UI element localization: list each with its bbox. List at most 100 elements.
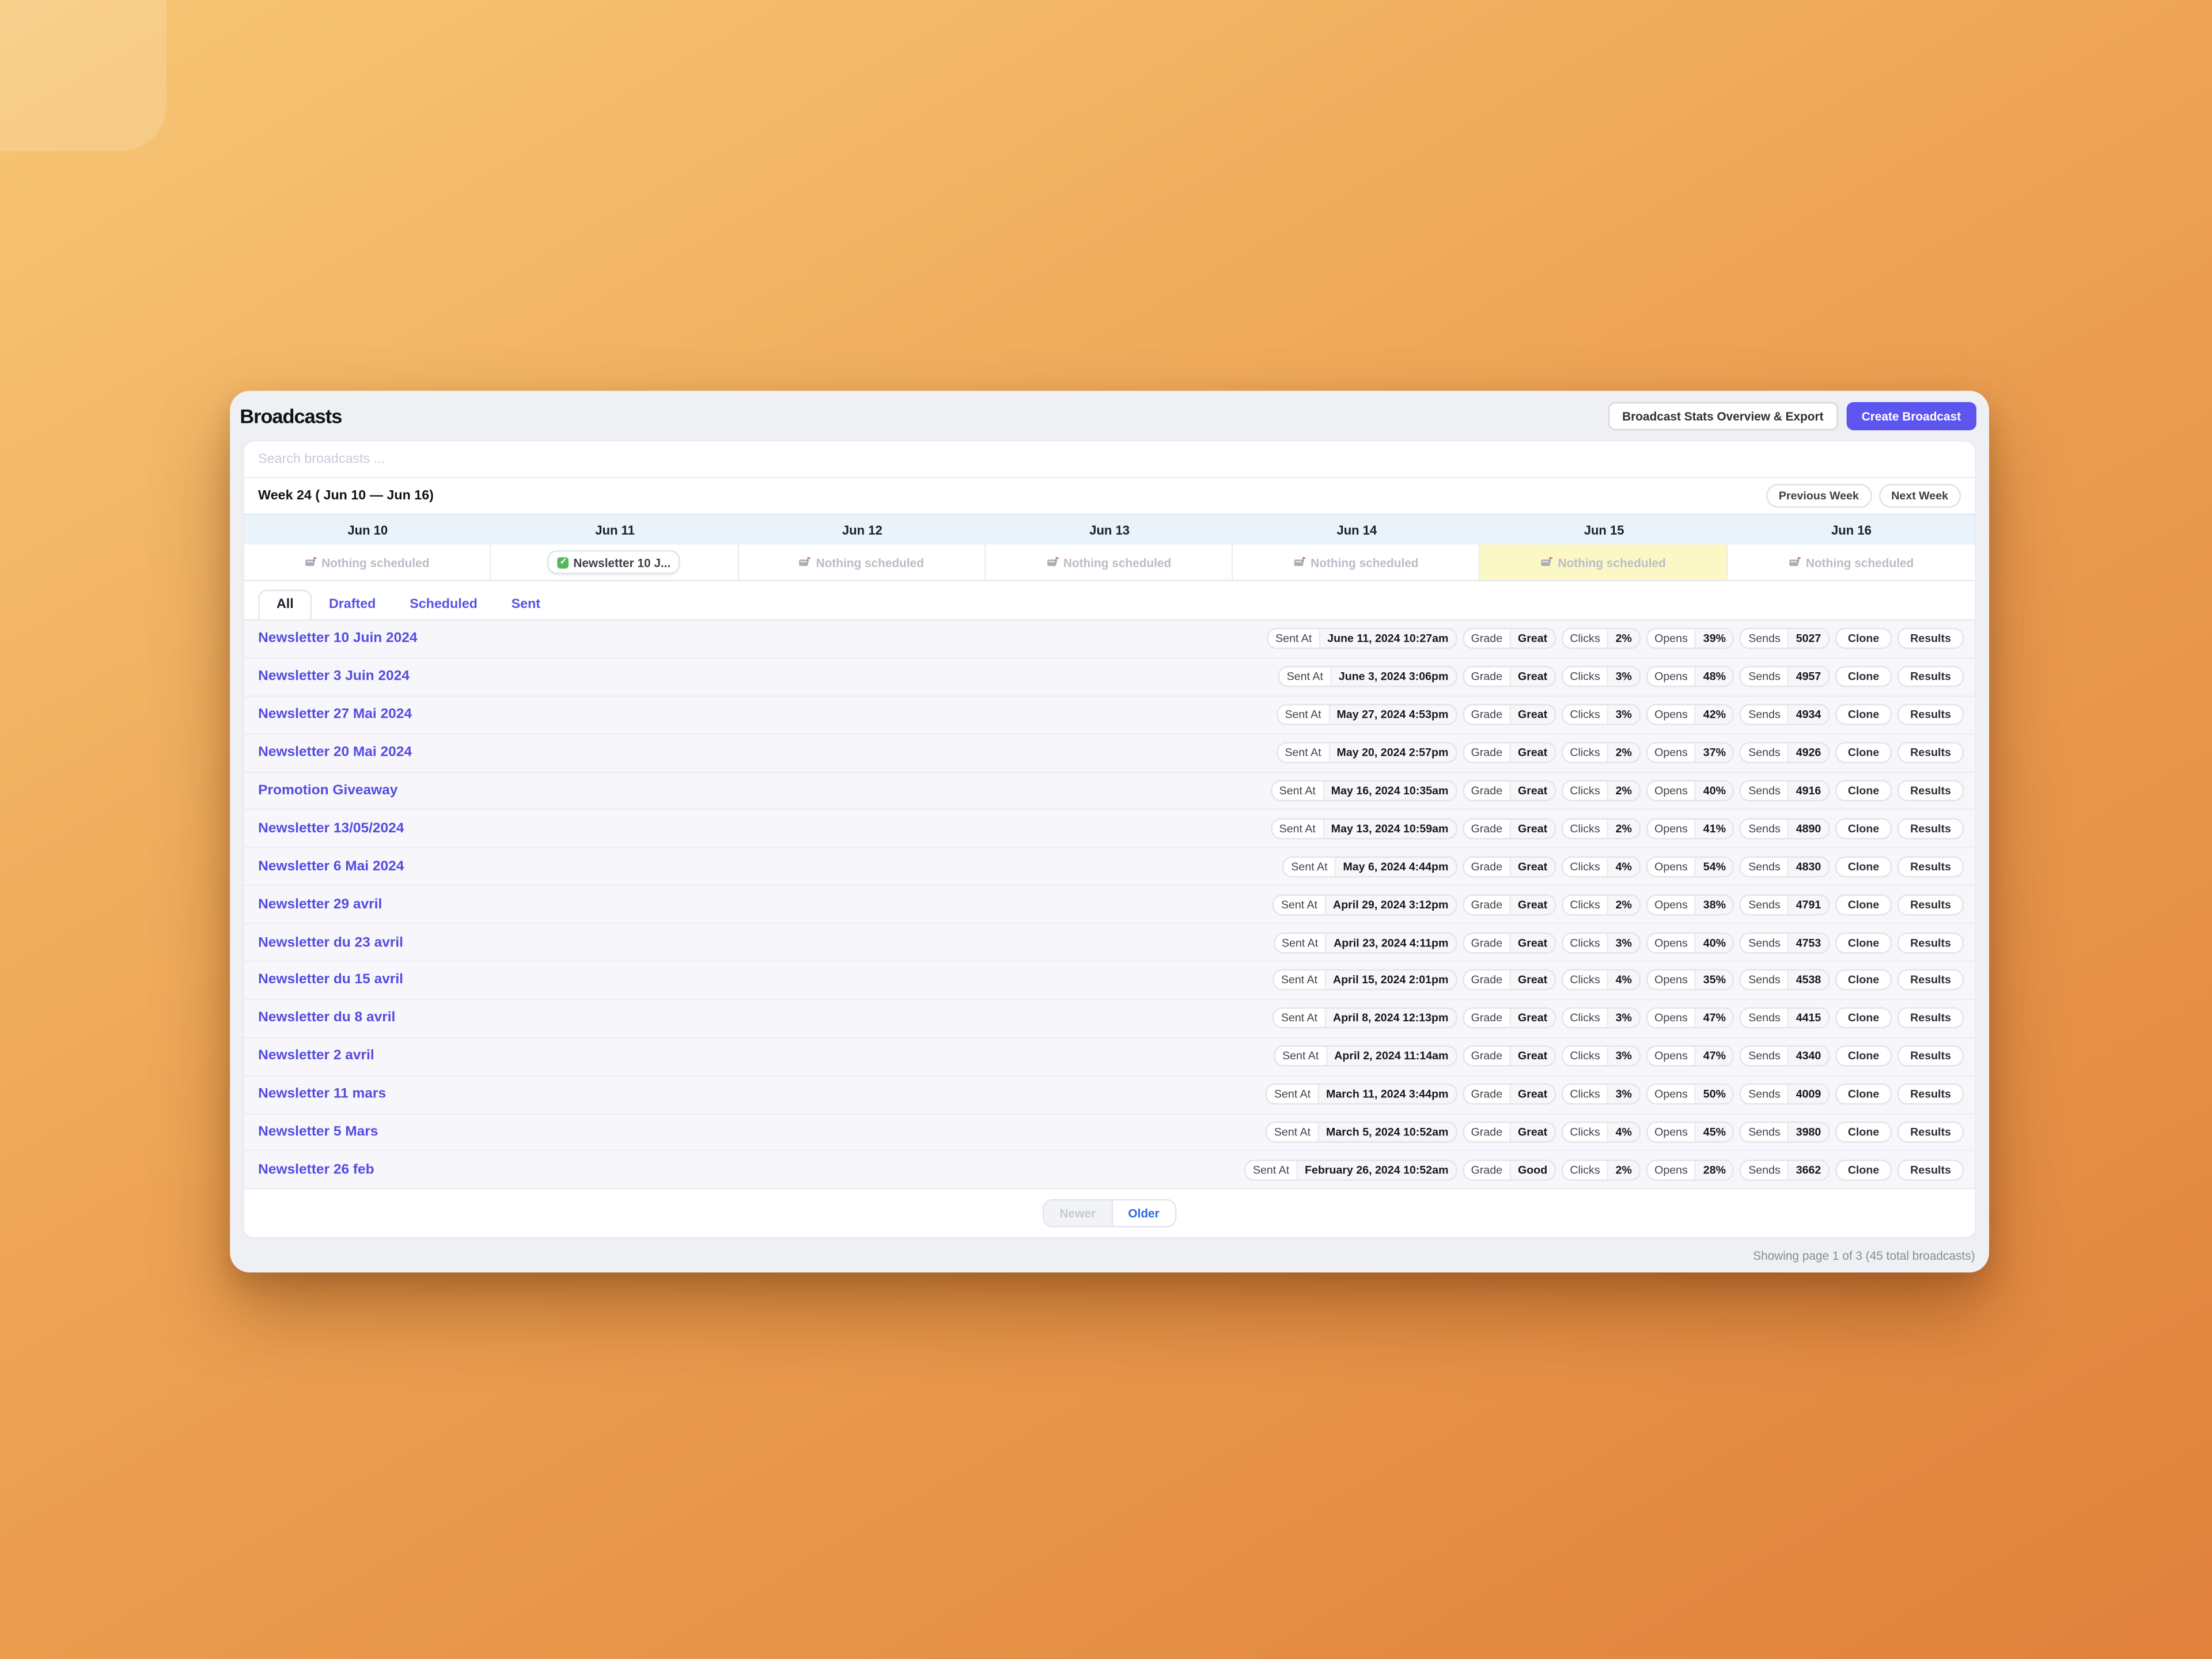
scheduled-broadcast-chip[interactable]: ✓ Newsletter 10 J... bbox=[548, 550, 680, 574]
clone-button[interactable]: Clone bbox=[1835, 666, 1892, 688]
broadcast-name-link[interactable]: Promotion Giveaway bbox=[258, 783, 397, 798]
clone-button[interactable]: Clone bbox=[1835, 818, 1892, 839]
results-button[interactable]: Results bbox=[1897, 742, 1964, 763]
grade-stat: Grade Great bbox=[1463, 932, 1556, 953]
results-button[interactable]: Results bbox=[1897, 970, 1964, 991]
row-stats: Sent At May 16, 2024 10:35am Grade Great… bbox=[1271, 780, 1964, 801]
broadcast-name-link[interactable]: Newsletter 2 avril bbox=[258, 1048, 374, 1064]
calendar-day-label: Jun 12 bbox=[738, 522, 986, 536]
results-button[interactable]: Results bbox=[1897, 1007, 1964, 1029]
stats-overview-export-button[interactable]: Broadcast Stats Overview & Export bbox=[1608, 402, 1838, 430]
sends-stat: Sends 4009 bbox=[1740, 1084, 1830, 1105]
clone-button[interactable]: Clone bbox=[1835, 704, 1892, 726]
calendar-day-cell[interactable]: ✓ Newsletter 10 J... bbox=[491, 544, 738, 579]
clone-button[interactable]: Clone bbox=[1835, 856, 1892, 877]
clone-button[interactable]: Clone bbox=[1835, 742, 1892, 763]
tab-sent[interactable]: Sent bbox=[494, 591, 557, 619]
clone-button[interactable]: Clone bbox=[1835, 628, 1892, 650]
broadcast-name-link[interactable]: Newsletter 26 feb bbox=[258, 1162, 374, 1178]
results-button[interactable]: Results bbox=[1897, 856, 1964, 877]
clone-button[interactable]: Clone bbox=[1835, 1007, 1892, 1029]
clone-button[interactable]: Clone bbox=[1835, 1046, 1892, 1067]
clicks-stat: Clicks 2% bbox=[1562, 818, 1641, 839]
tab-drafted[interactable]: Drafted bbox=[312, 591, 393, 619]
calendar-day-cell[interactable]: Nothing scheduled bbox=[986, 544, 1233, 579]
grade-label: Grade bbox=[1464, 857, 1509, 876]
clone-button[interactable]: Clone bbox=[1835, 780, 1892, 801]
broadcast-name-link[interactable]: Newsletter du 8 avril bbox=[258, 1010, 395, 1026]
sends-value: 4753 bbox=[1787, 933, 1828, 952]
results-button[interactable]: Results bbox=[1897, 1160, 1964, 1181]
broadcast-name-link[interactable]: Newsletter 13/05/2024 bbox=[258, 821, 404, 836]
results-button[interactable]: Results bbox=[1897, 894, 1964, 915]
results-button[interactable]: Results bbox=[1897, 1122, 1964, 1143]
sends-label: Sends bbox=[1741, 857, 1787, 876]
opens-label: Opens bbox=[1647, 1009, 1695, 1028]
search-input[interactable] bbox=[258, 452, 1961, 467]
nothing-scheduled: Nothing scheduled bbox=[1541, 555, 1666, 569]
clicks-stat: Clicks 3% bbox=[1562, 666, 1641, 688]
next-week-button[interactable]: Next Week bbox=[1878, 484, 1961, 508]
broadcast-name-link[interactable]: Newsletter 10 Juin 2024 bbox=[258, 631, 417, 647]
broadcast-name-link[interactable]: Newsletter 20 Mai 2024 bbox=[258, 745, 412, 760]
calendar-day-cell[interactable]: Nothing scheduled bbox=[1480, 544, 1728, 579]
opens-stat: Opens 40% bbox=[1646, 932, 1734, 953]
clicks-stat: Clicks 2% bbox=[1562, 1160, 1641, 1181]
sends-label: Sends bbox=[1741, 1047, 1787, 1066]
previous-week-button[interactable]: Previous Week bbox=[1766, 484, 1872, 508]
nothing-scheduled-label: Nothing scheduled bbox=[1558, 555, 1665, 569]
results-button[interactable]: Results bbox=[1897, 932, 1964, 953]
sends-value: 4340 bbox=[1787, 1047, 1828, 1066]
create-broadcast-button[interactable]: Create Broadcast bbox=[1846, 402, 1976, 430]
broadcast-name-link[interactable]: Newsletter du 23 avril bbox=[258, 935, 403, 950]
clicks-label: Clicks bbox=[1563, 1123, 1607, 1141]
results-button[interactable]: Results bbox=[1897, 818, 1964, 839]
clone-button[interactable]: Clone bbox=[1835, 1160, 1892, 1181]
broadcast-name-link[interactable]: Newsletter 3 Juin 2024 bbox=[258, 669, 410, 685]
sends-stat: Sends 3662 bbox=[1740, 1160, 1830, 1181]
clicks-value: 2% bbox=[1607, 630, 1639, 648]
tab-scheduled[interactable]: Scheduled bbox=[393, 591, 494, 619]
clone-button[interactable]: Clone bbox=[1835, 932, 1892, 953]
results-button[interactable]: Results bbox=[1897, 1084, 1964, 1105]
newer-page-button[interactable]: Newer bbox=[1044, 1201, 1113, 1226]
tab-all[interactable]: All bbox=[258, 590, 312, 619]
sends-value: 5027 bbox=[1787, 630, 1828, 648]
clone-button[interactable]: Clone bbox=[1835, 970, 1892, 991]
mailbox-icon bbox=[1294, 556, 1306, 569]
broadcast-name-link[interactable]: Newsletter 5 Mars bbox=[258, 1124, 378, 1140]
broadcast-name-link[interactable]: Newsletter 11 mars bbox=[258, 1086, 386, 1102]
results-button[interactable]: Results bbox=[1897, 1046, 1964, 1067]
opens-stat: Opens 40% bbox=[1646, 780, 1734, 801]
sends-value: 3980 bbox=[1787, 1123, 1828, 1141]
results-button[interactable]: Results bbox=[1897, 628, 1964, 650]
older-page-button[interactable]: Older bbox=[1112, 1201, 1175, 1226]
results-button[interactable]: Results bbox=[1897, 666, 1964, 688]
opens-value: 38% bbox=[1695, 895, 1733, 914]
results-button[interactable]: Results bbox=[1897, 780, 1964, 801]
grade-stat: Grade Great bbox=[1463, 818, 1556, 839]
results-button[interactable]: Results bbox=[1897, 704, 1964, 726]
calendar-day-cell[interactable]: Nothing scheduled bbox=[738, 544, 986, 579]
opens-value: 39% bbox=[1695, 630, 1733, 648]
row-stats: Sent At April 23, 2024 4:11pm Grade Grea… bbox=[1273, 932, 1964, 953]
broadcast-name-link[interactable]: Newsletter 29 avril bbox=[258, 897, 382, 912]
broadcast-table: Newsletter 10 Juin 2024 Sent At June 11,… bbox=[244, 621, 1975, 1190]
opens-stat: Opens 47% bbox=[1646, 1007, 1734, 1029]
clicks-stat: Clicks 4% bbox=[1562, 1122, 1641, 1143]
clone-button[interactable]: Clone bbox=[1835, 1084, 1892, 1105]
clone-button[interactable]: Clone bbox=[1835, 1122, 1892, 1143]
calendar-day-cell[interactable]: Nothing scheduled bbox=[244, 544, 491, 579]
opens-label: Opens bbox=[1647, 820, 1695, 838]
calendar-day-cell[interactable]: Nothing scheduled bbox=[1728, 544, 1975, 579]
clone-button[interactable]: Clone bbox=[1835, 894, 1892, 915]
sends-value: 4791 bbox=[1787, 895, 1828, 914]
broadcast-name-link[interactable]: Newsletter 27 Mai 2024 bbox=[258, 707, 412, 722]
calendar-day-cell[interactable]: Nothing scheduled bbox=[1233, 544, 1480, 579]
broadcast-name-link[interactable]: Newsletter du 15 avril bbox=[258, 972, 403, 988]
header-actions: Broadcast Stats Overview & Export Create… bbox=[1608, 402, 1976, 430]
sent-at-label: Sent At bbox=[1278, 706, 1328, 724]
broadcast-name-link[interactable]: Newsletter 6 Mai 2024 bbox=[258, 859, 404, 874]
search-bar bbox=[244, 442, 1975, 479]
sends-value: 4934 bbox=[1787, 706, 1828, 724]
